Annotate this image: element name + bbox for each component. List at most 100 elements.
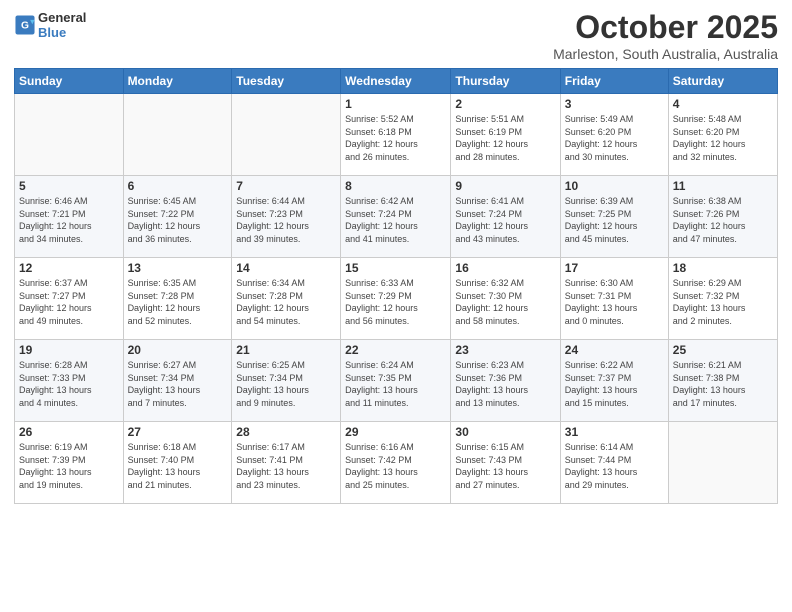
calendar-week-5: 26 Sunrise: 6:19 AM Sunset: 7:39 PM Dayli…	[15, 422, 778, 504]
day-info: Sunrise: 6:16 AM Sunset: 7:42 PM Dayligh…	[345, 441, 446, 491]
logo: G General Blue	[14, 10, 86, 40]
table-row	[668, 422, 777, 504]
day-number: 4	[673, 97, 773, 111]
table-row: 13Sunrise: 6:35 AM Sunset: 7:28 PM Dayli…	[123, 258, 232, 340]
day-number: 26	[19, 425, 119, 439]
day-number: 10	[565, 179, 664, 193]
day-number: 27	[128, 425, 228, 439]
table-row: 21 Sunrise: 6:25 AM Sunset: 7:34 PM Dayli…	[232, 340, 341, 422]
day-info: Sunrise: 6:30 AM Sunset: 7:31 PM Dayligh…	[565, 277, 664, 327]
day-info: Sunrise: 6:14 AM Sunset: 7:44 PM Dayligh…	[565, 441, 664, 491]
day-number: 20	[128, 343, 228, 357]
day-number: 15	[345, 261, 446, 275]
table-row: 16 Sunrise: 6:32 AM Sunset: 7:30 PM Dayli…	[451, 258, 560, 340]
table-row: 18 Sunrise: 6:29 AM Sunset: 7:32 PM Dayli…	[668, 258, 777, 340]
table-row: 3Sunrise: 5:49 AM Sunset: 6:20 PM Daylig…	[560, 94, 668, 176]
table-row: 7 Sunrise: 6:44 AM Sunset: 7:23 PM Daylig…	[232, 176, 341, 258]
table-row: 14 Sunrise: 6:34 AM Sunset: 7:28 PM Dayli…	[232, 258, 341, 340]
table-row: 8 Sunrise: 6:42 AM Sunset: 7:24 PM Daylig…	[341, 176, 451, 258]
day-info: Sunrise: 5:51 AM Sunset: 6:19 PM Dayligh…	[455, 113, 555, 163]
table-row: 19 Sunrise: 6:28 AM Sunset: 7:33 PM Dayli…	[15, 340, 124, 422]
day-info: Sunrise: 6:23 AM Sunset: 7:36 PM Dayligh…	[455, 359, 555, 409]
calendar-week-2: 5 Sunrise: 6:46 AM Sunset: 7:21 PM Daylig…	[15, 176, 778, 258]
day-number: 21	[236, 343, 336, 357]
day-info: Sunrise: 6:41 AM Sunset: 7:24 PM Dayligh…	[455, 195, 555, 245]
day-info: Sunrise: 6:38 AM Sunset: 7:26 PM Dayligh…	[673, 195, 773, 245]
day-number: 31	[565, 425, 664, 439]
day-number: 29	[345, 425, 446, 439]
day-number: 12	[19, 261, 119, 275]
day-info: Sunrise: 6:22 AM Sunset: 7:37 PM Dayligh…	[565, 359, 664, 409]
table-row: 25Sunrise: 6:21 AM Sunset: 7:38 PM Dayli…	[668, 340, 777, 422]
table-row: 28Sunrise: 6:17 AM Sunset: 7:41 PM Dayli…	[232, 422, 341, 504]
day-number: 18	[673, 261, 773, 275]
day-number: 9	[455, 179, 555, 193]
day-info: Sunrise: 6:29 AM Sunset: 7:32 PM Dayligh…	[673, 277, 773, 327]
day-number: 19	[19, 343, 119, 357]
day-number: 24	[565, 343, 664, 357]
day-info: Sunrise: 6:19 AM Sunset: 7:39 PM Dayligh…	[19, 441, 119, 491]
svg-text:G: G	[21, 21, 29, 32]
table-row: 29 Sunrise: 6:16 AM Sunset: 7:42 PM Dayli…	[341, 422, 451, 504]
day-number: 2	[455, 97, 555, 111]
col-wednesday: Wednesday	[341, 69, 451, 94]
day-number: 23	[455, 343, 555, 357]
calendar: Sunday Monday Tuesday Wednesday Thursday…	[14, 68, 778, 504]
col-sunday: Sunday	[15, 69, 124, 94]
table-row: 31 Sunrise: 6:14 AM Sunset: 7:44 PM Dayli…	[560, 422, 668, 504]
table-row: 17 Sunrise: 6:30 AM Sunset: 7:31 PM Dayli…	[560, 258, 668, 340]
day-number: 16	[455, 261, 555, 275]
location: Marleston, South Australia, Australia	[553, 46, 778, 62]
table-row: 10Sunrise: 6:39 AM Sunset: 7:25 PM Dayli…	[560, 176, 668, 258]
day-info: Sunrise: 6:44 AM Sunset: 7:23 PM Dayligh…	[236, 195, 336, 245]
table-row: 6Sunrise: 6:45 AM Sunset: 7:22 PM Daylig…	[123, 176, 232, 258]
table-row: 24 Sunrise: 6:22 AM Sunset: 7:37 PM Dayli…	[560, 340, 668, 422]
day-info: Sunrise: 6:45 AM Sunset: 7:22 PM Dayligh…	[128, 195, 228, 245]
day-info: Sunrise: 6:35 AM Sunset: 7:28 PM Dayligh…	[128, 277, 228, 327]
table-row	[123, 94, 232, 176]
day-info: Sunrise: 6:33 AM Sunset: 7:29 PM Dayligh…	[345, 277, 446, 327]
day-info: Sunrise: 6:28 AM Sunset: 7:33 PM Dayligh…	[19, 359, 119, 409]
logo-text: General Blue	[38, 10, 86, 40]
table-row: 2 Sunrise: 5:51 AM Sunset: 6:19 PM Daylig…	[451, 94, 560, 176]
day-info: Sunrise: 6:21 AM Sunset: 7:38 PM Dayligh…	[673, 359, 773, 409]
calendar-week-3: 12 Sunrise: 6:37 AM Sunset: 7:27 PM Dayli…	[15, 258, 778, 340]
day-number: 30	[455, 425, 555, 439]
table-row: 20 Sunrise: 6:27 AM Sunset: 7:34 PM Dayli…	[123, 340, 232, 422]
day-info: Sunrise: 6:37 AM Sunset: 7:27 PM Dayligh…	[19, 277, 119, 327]
table-row: 22Sunrise: 6:24 AM Sunset: 7:35 PM Dayli…	[341, 340, 451, 422]
day-info: Sunrise: 6:15 AM Sunset: 7:43 PM Dayligh…	[455, 441, 555, 491]
table-row: 26 Sunrise: 6:19 AM Sunset: 7:39 PM Dayli…	[15, 422, 124, 504]
day-info: Sunrise: 5:49 AM Sunset: 6:20 PM Dayligh…	[565, 113, 664, 163]
col-thursday: Thursday	[451, 69, 560, 94]
day-info: Sunrise: 6:46 AM Sunset: 7:21 PM Dayligh…	[19, 195, 119, 245]
day-info: Sunrise: 6:17 AM Sunset: 7:41 PM Dayligh…	[236, 441, 336, 491]
day-number: 7	[236, 179, 336, 193]
calendar-week-4: 19 Sunrise: 6:28 AM Sunset: 7:33 PM Dayli…	[15, 340, 778, 422]
table-row	[15, 94, 124, 176]
table-row: 27Sunrise: 6:18 AM Sunset: 7:40 PM Dayli…	[123, 422, 232, 504]
table-row: 11Sunrise: 6:38 AM Sunset: 7:26 PM Dayli…	[668, 176, 777, 258]
day-number: 5	[19, 179, 119, 193]
day-number: 17	[565, 261, 664, 275]
day-info: Sunrise: 6:25 AM Sunset: 7:34 PM Dayligh…	[236, 359, 336, 409]
col-friday: Friday	[560, 69, 668, 94]
day-info: Sunrise: 6:27 AM Sunset: 7:34 PM Dayligh…	[128, 359, 228, 409]
table-row: 5 Sunrise: 6:46 AM Sunset: 7:21 PM Daylig…	[15, 176, 124, 258]
day-number: 1	[345, 97, 446, 111]
calendar-header-row: Sunday Monday Tuesday Wednesday Thursday…	[15, 69, 778, 94]
day-info: Sunrise: 6:42 AM Sunset: 7:24 PM Dayligh…	[345, 195, 446, 245]
title-block: October 2025 Marleston, South Australia,…	[553, 10, 778, 62]
day-number: 8	[345, 179, 446, 193]
day-info: Sunrise: 6:32 AM Sunset: 7:30 PM Dayligh…	[455, 277, 555, 327]
day-info: Sunrise: 5:52 AM Sunset: 6:18 PM Dayligh…	[345, 113, 446, 163]
col-tuesday: Tuesday	[232, 69, 341, 94]
table-row: 23 Sunrise: 6:23 AM Sunset: 7:36 PM Dayli…	[451, 340, 560, 422]
day-number: 14	[236, 261, 336, 275]
table-row: 4 Sunrise: 5:48 AM Sunset: 6:20 PM Daylig…	[668, 94, 777, 176]
month-title: October 2025	[553, 10, 778, 45]
day-info: Sunrise: 6:34 AM Sunset: 7:28 PM Dayligh…	[236, 277, 336, 327]
table-row: 12 Sunrise: 6:37 AM Sunset: 7:27 PM Dayli…	[15, 258, 124, 340]
day-info: Sunrise: 5:48 AM Sunset: 6:20 PM Dayligh…	[673, 113, 773, 163]
col-monday: Monday	[123, 69, 232, 94]
